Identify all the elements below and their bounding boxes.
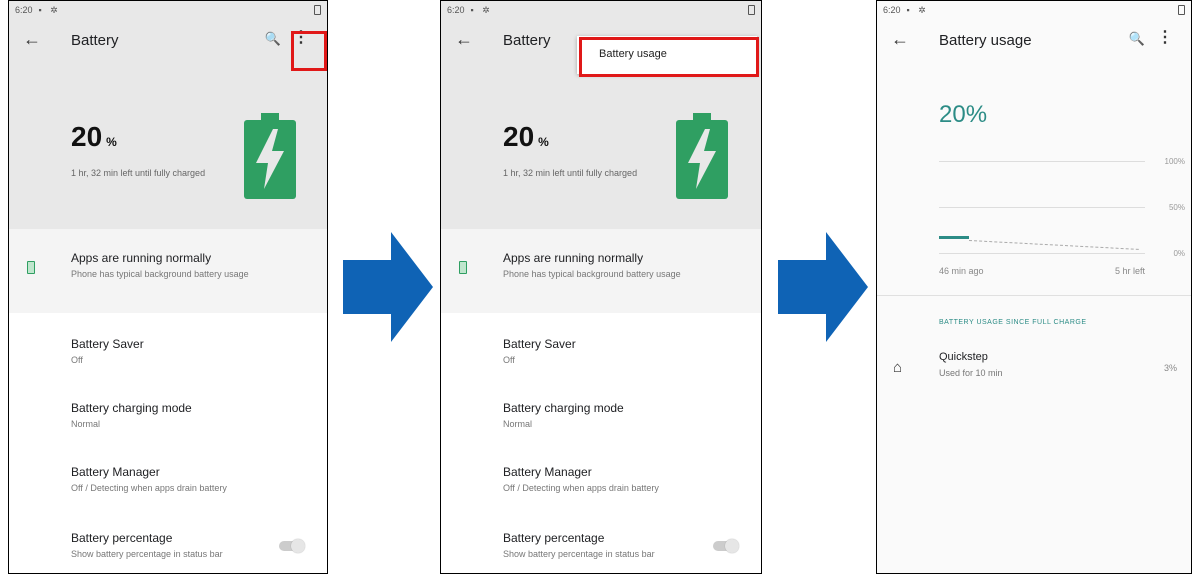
item-subtitle: Off / Detecting when apps drain battery <box>71 483 227 493</box>
highlight-more-options <box>291 31 327 71</box>
graph-label-top: 100% <box>1164 157 1185 166</box>
graph-gridline <box>939 161 1145 162</box>
highlight-battery-usage <box>579 37 759 77</box>
status-battery-icon <box>1178 5 1185 15</box>
section-header: BATTERY USAGE SINCE FULL CHARGE <box>939 319 1087 326</box>
apps-status-row[interactable]: Apps are running normally Phone has typi… <box>503 251 741 280</box>
item-subtitle: Off <box>71 355 83 365</box>
status-icons: ▪ ✲ <box>906 4 929 15</box>
battery-charging-mode-item[interactable]: Battery charging mode Normal <box>503 401 741 430</box>
battery-manager-item[interactable]: Battery Manager Off / Detecting when app… <box>503 465 741 494</box>
item-title: Battery charging mode <box>71 401 192 415</box>
status-time: 6:20 <box>15 5 33 15</box>
graph-label-mid: 50% <box>1168 203 1185 212</box>
battery-level: 20% <box>939 101 988 128</box>
divider <box>877 295 1191 296</box>
item-title: Battery percentage <box>503 531 605 545</box>
page-title: Battery <box>503 32 551 49</box>
battery-percentage-toggle[interactable] <box>279 539 305 553</box>
back-arrow-icon[interactable]: ← <box>23 29 41 50</box>
item-title: Battery Manager <box>503 465 592 479</box>
battery-screen-2: 6:20 ▪ ✲ ← Battery Battery usage 20% 1 h… <box>440 0 762 574</box>
graph-start-label: 46 min ago <box>939 266 984 276</box>
graph-gridline <box>939 253 1145 254</box>
apps-status-title: Apps are running normally <box>503 251 644 265</box>
app-name[interactable]: Quickstep <box>939 351 988 363</box>
home-icon: ⌂ <box>893 359 903 376</box>
status-bar: 6:20 ▪ ✲ <box>441 1 761 19</box>
apps-status-subtitle: Phone has typical background battery usa… <box>71 269 249 279</box>
battery-percentage-item[interactable]: Battery percentage Show battery percenta… <box>71 531 257 560</box>
status-icons: ▪ ✲ <box>38 4 61 15</box>
battery-history-line <box>939 236 969 239</box>
battery-prediction-line <box>968 240 1139 250</box>
item-subtitle: Normal <box>503 419 533 429</box>
battery-charging-icon <box>244 113 296 199</box>
battery-charging-mode-item[interactable]: Battery charging mode Normal <box>71 401 307 430</box>
battery-percentage-item[interactable]: Battery percentage Show battery percenta… <box>503 531 691 560</box>
back-arrow-icon[interactable]: ← <box>891 29 909 50</box>
item-subtitle: Off <box>503 355 515 365</box>
status-bar: 6:20 ▪ ✲ <box>9 1 327 19</box>
item-title: Battery Saver <box>503 337 576 351</box>
step-arrow-icon <box>778 232 868 342</box>
status-bar: 6:20 ▪ ✲ <box>877 1 1191 19</box>
item-title: Battery percentage <box>71 531 173 545</box>
charge-time-info: 1 hr, 32 min left until fully charged <box>71 168 206 178</box>
app-percent: 3% <box>1163 363 1177 373</box>
item-subtitle: Off / Detecting when apps drain battery <box>503 483 659 493</box>
apps-status-title: Apps are running normally <box>71 251 212 265</box>
status-icons: ▪ ✲ <box>470 4 493 15</box>
item-title: Battery charging mode <box>503 401 624 415</box>
item-subtitle: Show battery percentage in status bar <box>503 549 655 559</box>
status-time: 6:20 <box>883 5 901 15</box>
back-arrow-icon[interactable]: ← <box>455 29 473 50</box>
search-icon[interactable]: 🔍 <box>1129 31 1145 47</box>
battery-manager-item[interactable]: Battery Manager Off / Detecting when app… <box>71 465 307 494</box>
graph-gridline <box>939 207 1145 208</box>
page-title: Battery usage <box>939 32 1032 49</box>
battery-level: 20% <box>503 121 549 152</box>
graph-end-label: 5 hr left <box>1114 266 1145 276</box>
battery-level: 20% <box>71 121 117 152</box>
status-battery-icon <box>748 5 755 15</box>
item-subtitle: Normal <box>71 419 101 429</box>
status-battery-icon <box>314 5 321 15</box>
step-arrow-icon <box>343 232 433 342</box>
page-title: Battery <box>71 32 119 49</box>
search-icon[interactable]: 🔍 <box>265 31 281 47</box>
battery-status-icon <box>27 261 35 274</box>
battery-saver-item[interactable]: Battery Saver Off <box>71 337 307 366</box>
charge-time-info: 1 hr, 32 min left until fully charged <box>503 168 638 178</box>
item-title: Battery Manager <box>71 465 160 479</box>
apps-status-subtitle: Phone has typical background battery usa… <box>503 269 681 279</box>
battery-charging-icon <box>676 113 728 199</box>
more-options-icon[interactable]: ⋮ <box>1157 27 1173 47</box>
item-title: Battery Saver <box>71 337 144 351</box>
apps-status-row[interactable]: Apps are running normally Phone has typi… <box>71 251 307 280</box>
status-time: 6:20 <box>447 5 465 15</box>
battery-saver-item[interactable]: Battery Saver Off <box>503 337 741 366</box>
battery-usage-screen: 6:20 ▪ ✲ ← Battery usage 🔍 ⋮ 20% 100% 50… <box>876 0 1192 574</box>
item-subtitle: Show battery percentage in status bar <box>71 549 223 559</box>
battery-screen-1: 6:20 ▪ ✲ ← Battery 🔍 ⋮ 20% 1 hr, 32 min … <box>8 0 328 574</box>
graph-label-bottom: 0% <box>1173 249 1185 258</box>
app-usage: Used for 10 min <box>939 368 1003 378</box>
battery-percentage-toggle[interactable] <box>713 539 739 553</box>
battery-status-icon <box>459 261 467 274</box>
